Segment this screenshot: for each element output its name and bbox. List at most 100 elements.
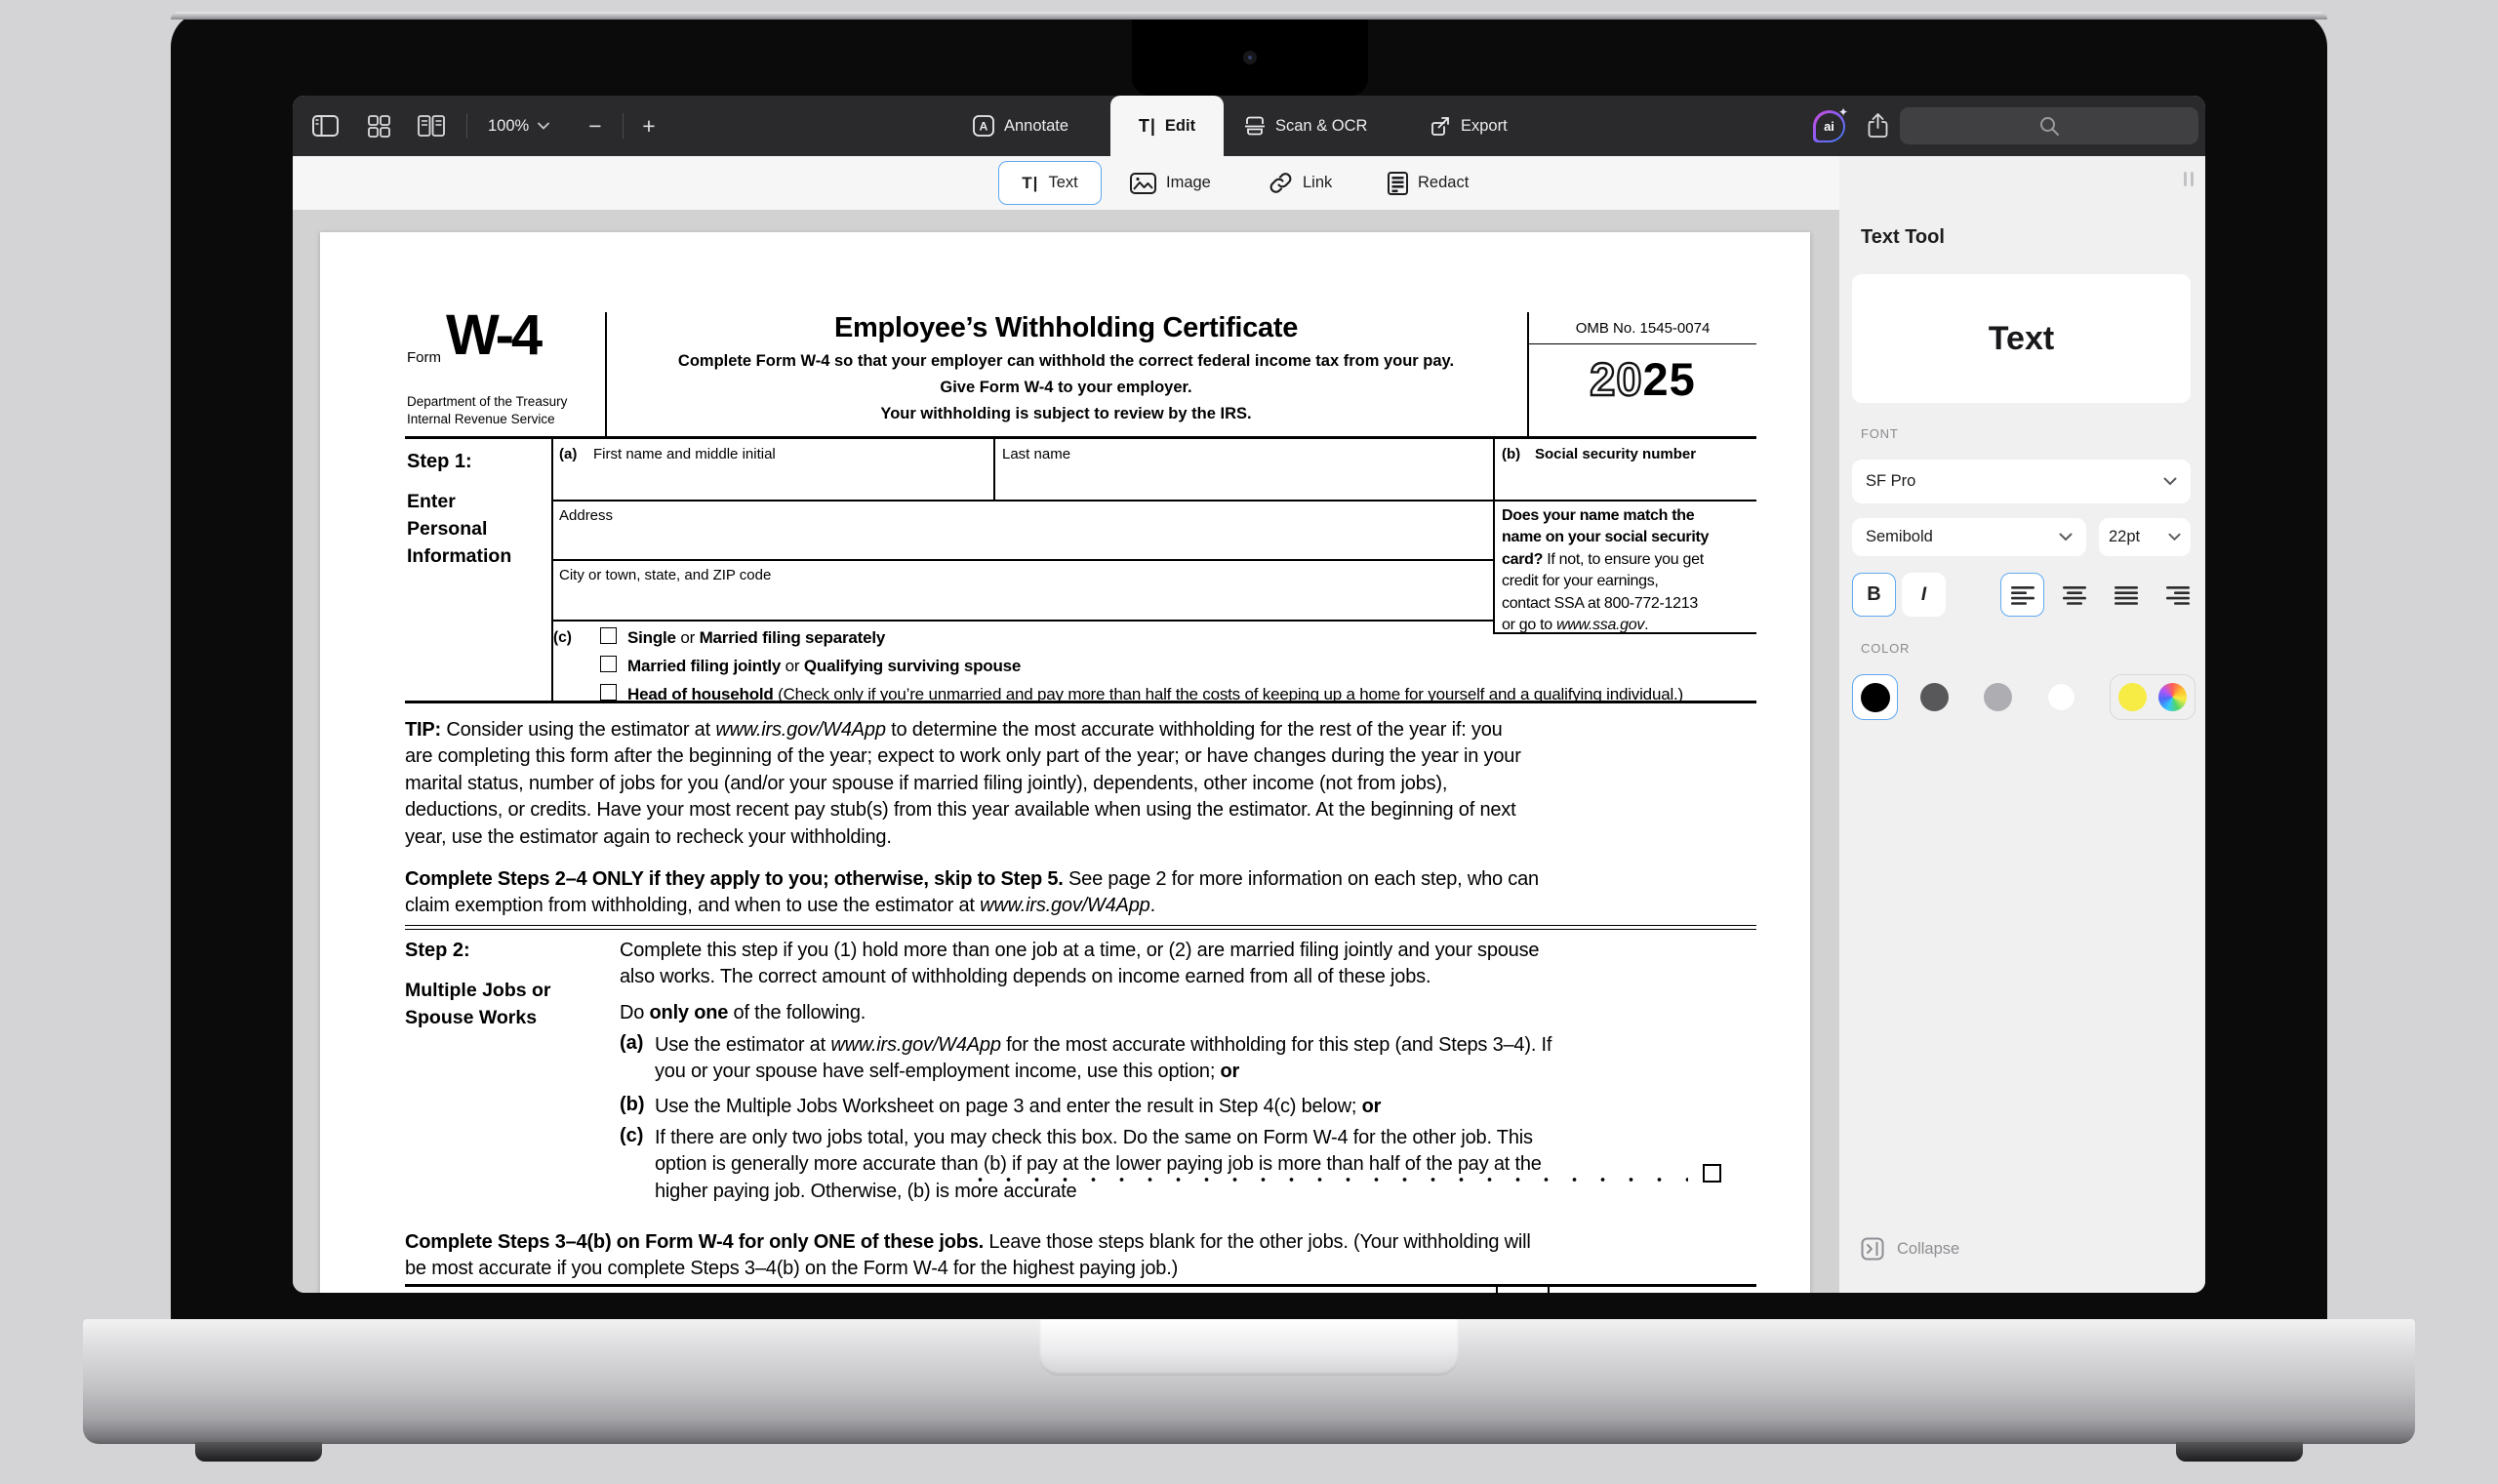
annotate-icon: A <box>973 115 994 137</box>
sidebar-resize-handle[interactable] <box>2184 172 2194 186</box>
image-icon <box>1130 173 1156 194</box>
share-icon <box>1867 112 1889 140</box>
search-input[interactable] <box>1900 107 2198 144</box>
color-swatch-black[interactable] <box>1852 674 1898 720</box>
grid-line <box>551 620 1494 622</box>
grid-line <box>551 439 553 701</box>
main-toolbar: 100% − + A Anno <box>293 96 2205 156</box>
form-title-block: Employee’s Withholding Certificate Compl… <box>607 312 1525 423</box>
step2-heading: Multiple Jobs or Spouse Works <box>405 977 551 1031</box>
checkbox-head-of-household[interactable] <box>600 684 617 701</box>
step2-section: Step 2: Multiple Jobs or Spouse Works Co… <box>405 932 1756 1227</box>
filing-option-label: Single or Married filing separately <box>627 627 885 647</box>
align-right-button[interactable] <box>2156 573 2199 617</box>
laptop-foot <box>2176 1442 2303 1462</box>
tip-paragraph: TIP: Consider using the estimator at www… <box>405 717 1761 851</box>
align-left-button[interactable] <box>2000 573 2044 617</box>
pdf-page-w4-form[interactable]: Form W-4 Department of the Treasury Inte… <box>320 232 1810 1293</box>
thumbnails-view-button[interactable] <box>359 96 398 156</box>
tab-edit[interactable]: T| Edit <box>1110 96 1224 156</box>
zoom-in-button[interactable]: + <box>632 96 665 156</box>
scanner-icon <box>1244 115 1266 137</box>
font-size-value: 22pt <box>2109 528 2140 546</box>
align-center-button[interactable] <box>2052 573 2096 617</box>
item-c-tag: (c) <box>620 1125 643 1147</box>
grid-line <box>993 439 995 500</box>
font-family-value: SF Pro <box>1866 472 1915 491</box>
tool-text-button[interactable]: T| Text <box>998 161 1102 205</box>
collapse-panel-icon <box>1861 1237 1884 1261</box>
form-word: Form <box>407 349 441 366</box>
omb-number: OMB No. 1545-0074 <box>1529 312 1756 344</box>
zoom-level-value: 100% <box>488 117 529 136</box>
font-family-select[interactable]: SF Pro <box>1852 460 2191 503</box>
ssa-note: Does your name match thename on your soc… <box>1502 505 1757 636</box>
two-page-view-icon <box>418 115 445 137</box>
item-c-text: If there are only two jobs total, you ma… <box>655 1125 1762 1205</box>
color-swatch-white[interactable] <box>2047 683 2075 711</box>
first-name-field-label: First name and middle initial <box>593 446 776 462</box>
pdf-editor-window: 100% − + A Anno <box>293 96 2205 1293</box>
toggle-sidebar-button[interactable] <box>305 96 344 156</box>
tab-scan-ocr-label: Scan & OCR <box>1275 117 1367 136</box>
extra-colors-group <box>2110 674 2196 720</box>
tab-annotate[interactable]: A Annotate <box>973 96 1068 156</box>
omb-box: OMB No. 1545-0074 2025 <box>1527 312 1756 436</box>
edit-tools-bar: T| Text Image Link <box>293 156 1839 210</box>
zoom-out-button[interactable]: − <box>579 96 612 156</box>
tool-redact-button[interactable]: Redact <box>1388 156 1469 210</box>
camera-notch <box>1132 20 1368 96</box>
share-button[interactable] <box>1858 96 1897 156</box>
bold-button[interactable]: B <box>1852 573 1896 617</box>
font-weight-value: Semibold <box>1866 528 1933 546</box>
department-lines: Department of the Treasury Internal Reve… <box>407 393 567 428</box>
laptop-foot <box>195 1442 322 1462</box>
color-swatch-yellow[interactable] <box>2118 683 2147 711</box>
document-canvas: Form W-4 Department of the Treasury Inte… <box>293 210 1839 1293</box>
color-wheel-button[interactable] <box>2158 683 2187 711</box>
section-divider <box>405 925 1756 930</box>
color-swatch-darkgray[interactable] <box>1920 683 1949 711</box>
checkbox-married-jointly[interactable] <box>600 656 617 672</box>
form-number: W-4 <box>446 302 540 368</box>
align-right-icon <box>2166 585 2190 605</box>
font-weight-select[interactable]: Semibold <box>1852 518 2086 556</box>
tool-link-button[interactable]: Link <box>1269 156 1332 210</box>
font-size-select[interactable]: 22pt <box>2099 518 2191 556</box>
laptop-lid-edge <box>171 12 2327 20</box>
sidebar-panel-icon <box>312 115 339 137</box>
font-section-label: FONT <box>1861 426 1899 441</box>
filing-option-label: Married filing jointly or Qualifying sur… <box>627 656 1021 675</box>
step2-intro: Complete this step if you (1) hold more … <box>620 938 1727 991</box>
chevron-down-icon <box>2168 533 2181 541</box>
tab-scan-ocr[interactable]: Scan & OCR <box>1244 96 1367 156</box>
checkbox-single[interactable] <box>600 627 617 644</box>
filing-status-option: Married filing jointly or Qualifying sur… <box>600 656 1021 675</box>
city-field-label: City or town, state, and ZIP code <box>559 567 771 583</box>
ai-assistant-button[interactable]: ai ✦ <box>1813 110 1845 142</box>
color-swatch-gray[interactable] <box>1984 683 2012 711</box>
collapse-sidebar-button[interactable]: Collapse <box>1861 1237 1959 1261</box>
checkbox-two-jobs[interactable] <box>1703 1164 1721 1183</box>
step1-section: Step 1: Enter Personal Information (a) F… <box>405 436 1756 703</box>
italic-button[interactable]: I <box>1902 573 1946 617</box>
tab-export[interactable]: Export <box>1430 96 1508 156</box>
text-tool-sidebar: Text Tool Text FONT SF Pro Semibold <box>1839 156 2205 1293</box>
field-c-tag: (c) <box>553 629 572 647</box>
form-subtitle-2: Give Form W-4 to your employer. <box>607 379 1525 397</box>
tool-image-button[interactable]: Image <box>1130 156 1211 210</box>
filing-status-option: Single or Married filing separately <box>600 627 885 647</box>
two-page-view-button[interactable] <box>410 96 453 156</box>
filing-option-label: Head of household (Check only if you’re … <box>627 684 1683 703</box>
form-header: Form W-4 Department of the Treasury Inte… <box>405 312 1756 436</box>
zoom-level-dropdown[interactable]: 100% <box>488 96 549 156</box>
form-year: 2025 <box>1529 344 1756 406</box>
sidebar-title: Text Tool <box>1861 226 1945 249</box>
table-divider-tick <box>1548 1287 1550 1293</box>
step2-do-only: Do only one of the following. <box>620 1000 1727 1026</box>
align-justify-button[interactable] <box>2104 573 2148 617</box>
text-style-preview[interactable]: Text <box>1852 274 2191 403</box>
step1-heading: Enter Personal Information <box>407 488 534 570</box>
chevron-down-icon <box>538 122 549 130</box>
form-title: Employee’s Withholding Certificate <box>607 312 1525 344</box>
